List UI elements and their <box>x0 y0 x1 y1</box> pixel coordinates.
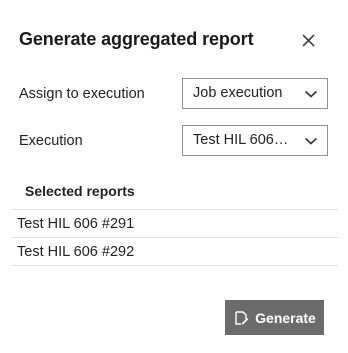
generate-button[interactable]: Generate <box>225 300 324 335</box>
selected-reports-list: Test HIL 606 #291 Test HIL 606 #292 <box>11 209 338 266</box>
execution-label: Execution <box>19 133 83 149</box>
assign-to-execution-select[interactable]: Job execution <box>182 78 328 109</box>
close-icon <box>302 34 315 47</box>
execution-select[interactable]: Test HIL 606… <box>182 125 328 156</box>
assign-to-execution-value: Job execution <box>193 85 283 101</box>
list-item: Test HIL 606 #292 <box>11 238 338 266</box>
assign-to-execution-label: Assign to execution <box>19 86 145 102</box>
report-sign-icon <box>235 310 249 325</box>
chevron-down-icon <box>304 90 318 98</box>
chevron-down-icon <box>304 137 318 145</box>
list-item: Test HIL 606 #291 <box>11 210 338 238</box>
close-button[interactable] <box>298 30 320 52</box>
execution-value: Test HIL 606… <box>193 132 289 148</box>
selected-reports-header: Selected reports <box>25 183 135 199</box>
dialog-title: Generate aggregated report <box>19 29 254 49</box>
generate-button-label: Generate <box>255 309 316 326</box>
generate-report-dialog: Generate aggregated report Assign to exe… <box>0 0 348 353</box>
